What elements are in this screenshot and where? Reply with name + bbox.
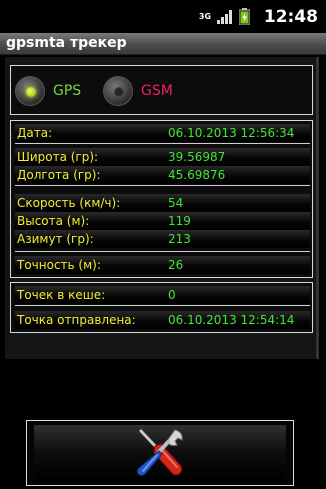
- content-area: GPS GSM Дата: 06.10.2013 12:56:34 Широта…: [5, 57, 319, 359]
- signal-icon: [216, 9, 232, 24]
- row-date: Дата: 06.10.2013 12:56:34: [15, 124, 310, 142]
- latitude-label: Широта (гр):: [17, 150, 99, 164]
- speed-label: Скорость (км/ч):: [17, 196, 121, 210]
- status-icons: 3G 12:48: [199, 0, 318, 33]
- altitude-label: Высота (м):: [17, 214, 90, 228]
- status-clock: 12:48: [263, 6, 318, 27]
- radio-gps-label[interactable]: GPS: [53, 83, 81, 99]
- gps-data-panel: Дата: 06.10.2013 12:56:34 Широта (гр): 3…: [10, 120, 313, 278]
- altitude-value: 119: [168, 214, 191, 228]
- mode-radio-group: GPS GSM: [10, 65, 313, 115]
- row-altitude: Высота (м): 119: [15, 212, 310, 230]
- divider: [15, 251, 310, 252]
- points-cached-value: 0: [168, 288, 176, 302]
- radio-gps[interactable]: GPS: [15, 76, 81, 106]
- row-latitude: Широта (гр): 39.56987: [15, 148, 310, 166]
- cache-panel: Точек в кеше: 0 Точка отправлена: 06.10.…: [10, 282, 313, 333]
- accuracy-label: Точность (м):: [17, 258, 101, 272]
- points-cached-label: Точек в кеше:: [17, 288, 106, 302]
- radio-gsm-label[interactable]: GSM: [141, 83, 173, 99]
- accuracy-value: 26: [168, 258, 184, 272]
- radio-gps-button[interactable]: [15, 76, 45, 106]
- tools-button[interactable]: [26, 420, 294, 486]
- row-longitude: Долгота (гр): 45.69876: [15, 166, 310, 184]
- app-title: gpsmta трекер: [6, 35, 127, 51]
- radio-gsm[interactable]: GSM: [103, 76, 173, 106]
- status-bar: 3G 12:48: [0, 0, 326, 33]
- row-accuracy: Точность (м): 26: [15, 256, 310, 274]
- longitude-label: Долгота (гр):: [17, 168, 101, 182]
- divider: [15, 305, 310, 306]
- network-3g-icon: 3G: [198, 11, 212, 21]
- radio-selected-indicator: [26, 87, 36, 97]
- tools-button-face[interactable]: [34, 425, 286, 481]
- longitude-value: 45.69876: [168, 168, 226, 182]
- tools-icon: [136, 429, 183, 476]
- radio-unselected-indicator: [114, 87, 124, 97]
- point-sent-label: Точка отправлена:: [17, 313, 136, 327]
- app-body: GPS GSM Дата: 06.10.2013 12:56:34 Широта…: [0, 55, 326, 489]
- date-label: Дата:: [17, 126, 53, 140]
- azimuth-label: Азимут (гр):: [17, 232, 94, 246]
- title-bar: gpsmta трекер: [0, 33, 326, 55]
- row-speed: Скорость (км/ч): 54: [15, 194, 310, 212]
- divider: [15, 143, 310, 144]
- azimuth-value: 213: [168, 232, 191, 246]
- point-sent-value: 06.10.2013 12:54:14: [168, 313, 295, 327]
- row-azimuth: Азимут (гр): 213: [15, 230, 310, 248]
- row-point-sent: Точка отправлена: 06.10.2013 12:54:14: [15, 311, 310, 329]
- latitude-value: 39.56987: [168, 150, 226, 164]
- battery-icon: [238, 8, 250, 25]
- radio-gsm-button[interactable]: [103, 76, 133, 106]
- date-value: 06.10.2013 12:56:34: [168, 126, 295, 140]
- speed-value: 54: [168, 196, 184, 210]
- row-points-cached: Точек в кеше: 0: [15, 286, 310, 304]
- divider: [15, 185, 310, 186]
